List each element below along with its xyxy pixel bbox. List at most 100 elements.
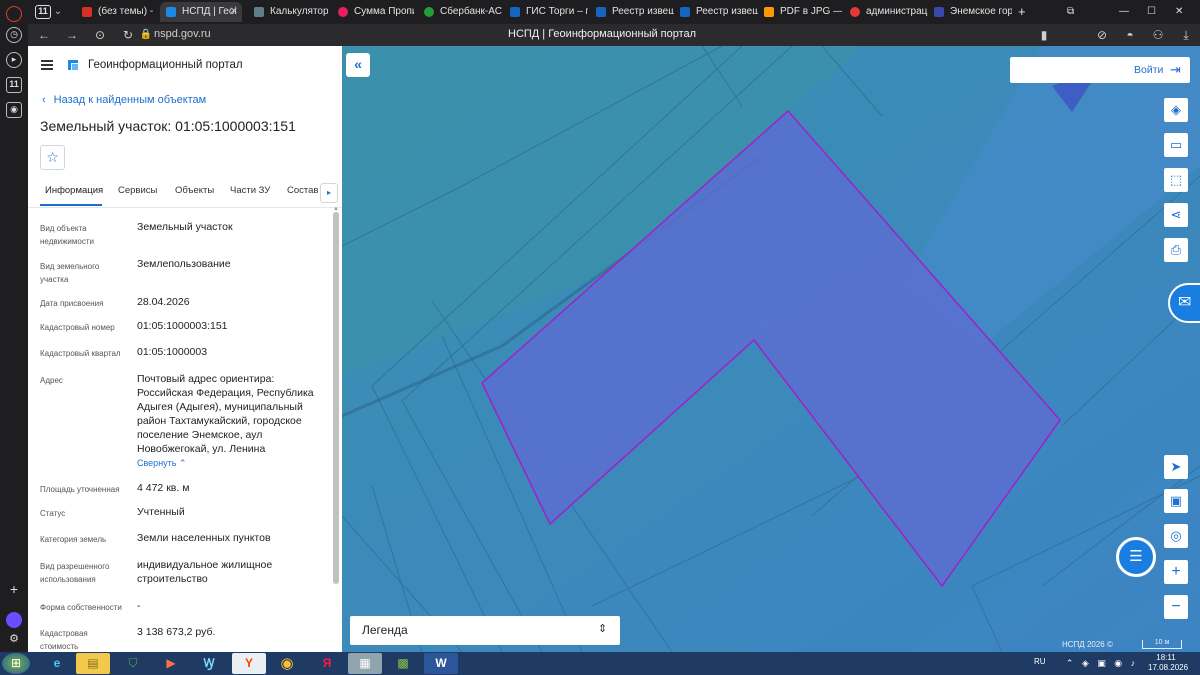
chat-button[interactable]: ☰ xyxy=(1116,537,1156,577)
history-icon[interactable]: ◷ xyxy=(6,27,22,43)
app-icon[interactable]: ▦ xyxy=(348,653,382,674)
tray-icons[interactable]: ⌃ ◈ ▣ ◉ ♪ xyxy=(1060,653,1144,674)
reload-icon[interactable]: ↻ xyxy=(120,27,136,43)
tabs-next-button[interactable]: ▸ xyxy=(320,183,338,203)
extension-icon[interactable]: ⚇ xyxy=(1150,27,1166,43)
tab-counter[interactable]: 11 ⌄ xyxy=(31,2,71,22)
downloads-icon[interactable]: ⤓ xyxy=(1178,27,1194,43)
legend-dropdown[interactable]: Легенда ⇕ xyxy=(350,616,620,645)
start-button[interactable]: ⊞ xyxy=(2,653,30,674)
login-button[interactable]: Войти ⇥ xyxy=(1010,57,1190,83)
select-area-icon: ⬚ xyxy=(1169,172,1183,187)
tab-bar: 11 ⌄ (без темы) - rai НСПД | Геоі✕ Кальк… xyxy=(28,0,1200,24)
collapse-address-link[interactable]: Свернуть ⌃ xyxy=(137,458,187,469)
measure-button[interactable]: ▭ xyxy=(1164,133,1188,157)
tab-enem[interactable]: Энемское горо xyxy=(928,2,1012,22)
chrome-icon[interactable]: ◉ xyxy=(270,653,304,674)
tab-sberbank[interactable]: Сбербанк-АСТ xyxy=(418,2,502,22)
tab-parcel-parts[interactable]: Части ЗУ xyxy=(230,185,270,196)
add-icon[interactable]: + xyxy=(6,582,22,599)
word-icon[interactable]: W xyxy=(424,653,458,674)
field-value: Землепользование xyxy=(137,258,231,270)
windows-icon: ⊞ xyxy=(10,656,22,670)
media-icon[interactable]: ▶ xyxy=(154,653,188,674)
yandex-browser-icon[interactable]: Y xyxy=(232,653,266,674)
yandex-icon xyxy=(850,7,860,17)
tab-information[interactable]: Информация xyxy=(45,185,103,196)
field-value: 28.04.2026 xyxy=(137,296,190,308)
field-label: Адрес xyxy=(40,376,63,385)
tab-objects[interactable]: Объекты xyxy=(175,185,214,196)
settings-icon[interactable]: ⚙ xyxy=(6,633,22,649)
nspd-icon xyxy=(166,7,176,17)
clock-date: 17.08.2026 xyxy=(1148,663,1189,672)
tab-registry-2[interactable]: Реестр извеще xyxy=(674,2,758,22)
zoom-out-button[interactable]: − xyxy=(1164,595,1188,619)
favorite-button[interactable]: ☆ xyxy=(40,145,65,170)
url-field[interactable]: nspd.gov.ru xyxy=(154,28,211,40)
share-button[interactable]: ⋖ xyxy=(1164,203,1188,227)
ruler-icon: ▭ xyxy=(1169,137,1183,152)
browser-logo-icon[interactable] xyxy=(6,6,22,22)
layers-icon: ◈ xyxy=(1171,102,1181,117)
back-to-results-link[interactable]: ‹ Назад к найденным объектам xyxy=(42,94,206,106)
explorer-icon[interactable]: ▤ xyxy=(76,653,110,674)
new-tab-button[interactable]: + xyxy=(1014,2,1032,22)
messenger-icon[interactable]: Ꝡ xyxy=(192,653,226,674)
minimize-icon[interactable]: — xyxy=(1116,2,1134,22)
layers-button[interactable]: ◈ xyxy=(1164,98,1188,122)
maximize-icon[interactable]: ☐ xyxy=(1144,2,1162,22)
print-button[interactable]: ⎙ xyxy=(1164,238,1188,262)
tab-sum-words[interactable]: Сумма Пропис xyxy=(332,2,414,22)
expand-icon: ⇕ xyxy=(598,623,608,635)
clock[interactable]: 18:11 17.08.2026 xyxy=(1148,653,1189,673)
geo-button[interactable]: ◎ xyxy=(1164,524,1188,548)
map-copyright: НСПД 2026 © xyxy=(1062,640,1113,649)
tab-composition[interactable]: Состав xyxy=(287,185,318,196)
assistant-icon[interactable] xyxy=(6,612,22,628)
chat-icon: ☰ xyxy=(1129,548,1143,565)
lock-icon: 🔒 xyxy=(139,29,153,40)
pdf-icon xyxy=(764,7,774,17)
package-icon[interactable]: ▩ xyxy=(386,653,420,674)
tab-calculator[interactable]: Калькулятор д xyxy=(248,2,328,22)
camera-icon[interactable]: ◉ xyxy=(6,102,22,118)
tab-services[interactable]: Сервисы xyxy=(118,185,157,196)
locate-button[interactable]: ➤ xyxy=(1164,455,1188,479)
field-label: Категория земель xyxy=(40,535,107,544)
tab-pdf-jpg[interactable]: PDF в JPG — К xyxy=(758,2,842,22)
panel-scrollbar[interactable] xyxy=(333,212,339,584)
tab-nspd[interactable]: НСПД | Геоі ✕ xyxy=(160,2,242,22)
address-bar: ← → ⊙ ↻ 🔒 nspd.gov.ru НСПД | Геоинформац… xyxy=(28,24,1200,46)
geo-icon: ◎ xyxy=(1170,528,1182,543)
map-canvas[interactable] xyxy=(342,46,1200,652)
no-translate-icon[interactable]: ⊘ xyxy=(1094,27,1110,43)
tab-registry-1[interactable]: Реестр извеще xyxy=(590,2,674,22)
bookmark-page-icon[interactable]: ▮ xyxy=(1036,27,1052,43)
play-icon[interactable]: ▸ xyxy=(6,52,22,68)
language-indicator[interactable]: RU xyxy=(1034,657,1046,666)
field-value: 01:05:1000003:151 xyxy=(137,320,228,332)
tab-gis-torgi[interactable]: ГИС Торги – пр xyxy=(504,2,588,22)
menu-icon[interactable] xyxy=(41,60,53,70)
close-window-icon[interactable]: ✕ xyxy=(1172,2,1190,22)
zoom-in-button[interactable]: + xyxy=(1164,560,1188,584)
vpn-icon[interactable]: ◓ xyxy=(1122,27,1138,43)
tab-administration[interactable]: администрац xyxy=(844,2,928,22)
tab-mail[interactable]: (без темы) - rai xyxy=(76,2,156,22)
bookmark-icon[interactable]: ⧉ xyxy=(1064,2,1082,22)
yandex-icon[interactable]: Я xyxy=(310,653,344,674)
close-tab-icon[interactable]: ✕ xyxy=(230,2,238,22)
select-area-button[interactable]: ⬚ xyxy=(1164,168,1188,192)
collapse-panel-button[interactable]: « xyxy=(346,53,370,77)
minus-icon: − xyxy=(1171,598,1181,615)
security-icon[interactable]: ⛉ xyxy=(116,653,150,674)
map-view[interactable]: « Войти ⇥ ◈ ▭ ⬚ ⋖ ⎙ ✉ ➤ ▣ ◎ + − ☰ Легенд… xyxy=(342,46,1200,652)
ie-icon[interactable]: e xyxy=(40,653,74,674)
sidebar-badge-icon[interactable]: 11 xyxy=(6,77,22,93)
support-button[interactable]: ✉ xyxy=(1168,283,1200,323)
shield-icon[interactable]: ⊙ xyxy=(92,27,108,43)
back-icon[interactable]: ← xyxy=(36,27,52,43)
minimap-button[interactable]: ▣ xyxy=(1164,489,1188,513)
forward-icon[interactable]: → xyxy=(64,27,80,43)
